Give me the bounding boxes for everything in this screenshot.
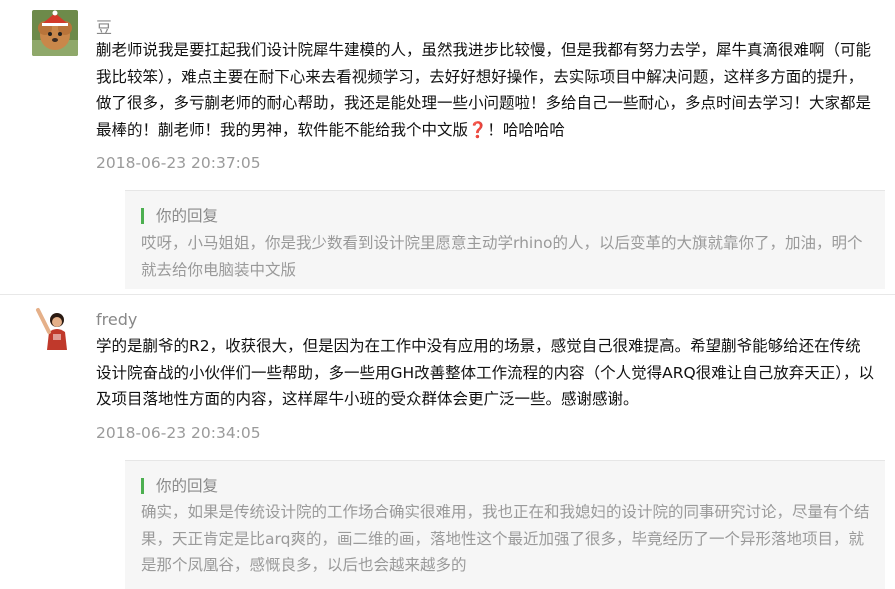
comment-divider bbox=[0, 294, 895, 295]
comment-timestamp: 2018-06-23 20:37:05 bbox=[96, 154, 261, 172]
comment-text: 蒯老师说我是要扛起我们设计院犀牛建模的人，虽然我进步比较慢，但是我都有努力去学，… bbox=[96, 37, 876, 143]
reply-text: 哎呀，小马姐姐，你是我少数看到设计院里愿意主动学rhino的人，以后变革的大旗就… bbox=[141, 234, 863, 279]
comment-text-suffix: ！哈哈哈哈 bbox=[487, 120, 565, 139]
avatar-dog[interactable] bbox=[32, 10, 78, 56]
reply-label: 你的回复 bbox=[141, 208, 218, 224]
avatar-fredy[interactable] bbox=[32, 304, 78, 350]
comment-text: 学的是蒯爷的R2，收获很大，但是因为在工作中没有应用的场景，感觉自己很难提高。希… bbox=[96, 337, 874, 408]
reply-label: 你的回复 bbox=[141, 478, 218, 494]
comment-username: fredy bbox=[96, 310, 138, 329]
reply-box: 你的回复 确实，如果是传统设计院的工作场合确实很难用，我也正在和我媳妇的设计院的… bbox=[125, 460, 885, 589]
comment-timestamp: 2018-06-23 20:34:05 bbox=[96, 424, 261, 442]
reply-text: 确实，如果是传统设计院的工作场合确实很难用，我也正在和我媳妇的设计院的同事研究讨… bbox=[141, 503, 870, 574]
question-emoji: ❓ bbox=[468, 120, 488, 139]
comment-username: 豆 bbox=[96, 18, 113, 37]
reply-box: 你的回复 哎呀，小马姐姐，你是我少数看到设计院里愿意主动学rhino的人，以后变… bbox=[125, 190, 885, 289]
